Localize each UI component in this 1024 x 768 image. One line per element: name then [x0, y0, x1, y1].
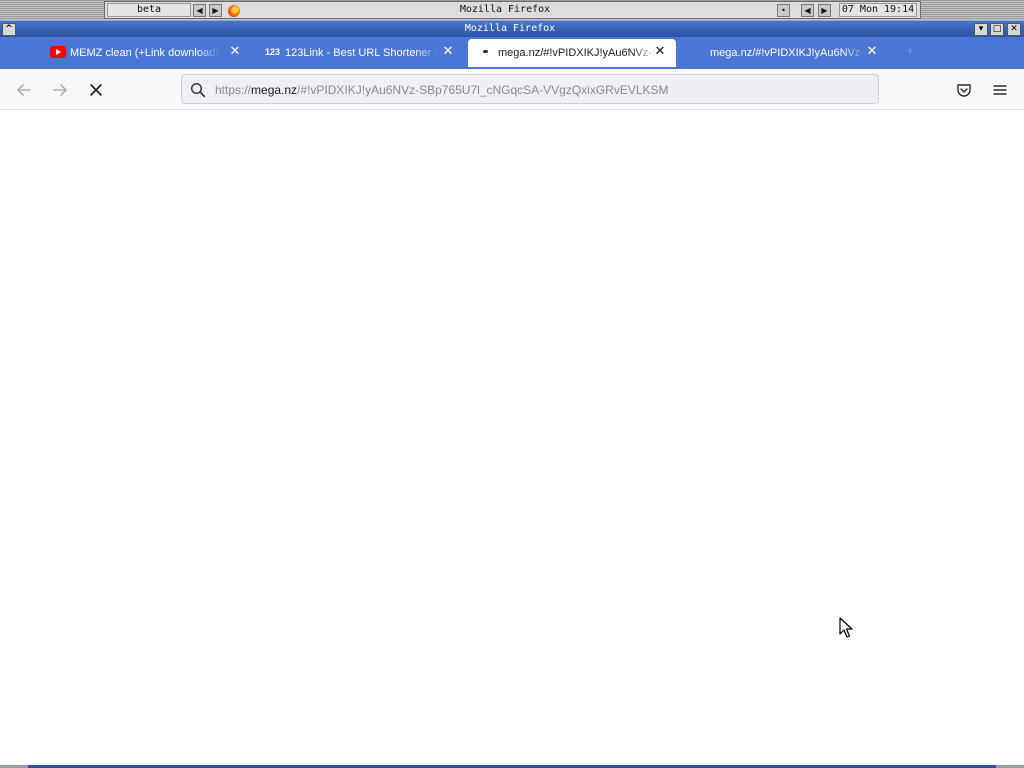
- youtube-icon: [50, 46, 66, 58]
- plus-icon: +: [906, 43, 914, 58]
- window-title: Mozilla Firefox: [464, 23, 556, 34]
- hamburger-menu-icon: [993, 85, 1007, 95]
- close-tab-icon[interactable]: ✕: [441, 44, 455, 58]
- pocket-button[interactable]: [953, 79, 975, 101]
- tab-123link[interactable]: 123 123Link - Best URL Shortener To Earn…: [255, 39, 465, 67]
- tab-label: mega.nz/#!vPIDXIKJ!yAu6NVz-SBp765U7l: [710, 47, 866, 59]
- stop-icon: [90, 84, 102, 96]
- mega-icon: [478, 46, 494, 58]
- navigation-toolbar: https://mega.nz/#!vPIDXIKJ!yAu6NVz-SBp76…: [0, 69, 1024, 110]
- task-next-icon[interactable]: ▶: [818, 4, 831, 17]
- search-icon: [190, 82, 206, 98]
- iconify-icon[interactable]: •: [777, 4, 790, 17]
- tab-memz[interactable]: MEMZ clean (+Link download) - YouTube ✕: [40, 39, 250, 67]
- tab-label: MEMZ clean (+Link download) - YouTube: [70, 47, 220, 59]
- tab-mega-active[interactable]: mega.nz/#!vPIDXIKJ!yAu6NVz-SBp765U7l ✕: [468, 39, 676, 67]
- window-titlebar[interactable]: ^ Mozilla Firefox ▾ □ ✕: [0, 20, 1024, 37]
- tab-strip: MEMZ clean (+Link download) - YouTube ✕ …: [0, 37, 1024, 69]
- workspace-label[interactable]: beta: [107, 3, 191, 17]
- back-button[interactable]: [13, 79, 35, 101]
- close-window-button[interactable]: ✕: [1007, 23, 1021, 36]
- wm-task-title[interactable]: Mozilla Firefox: [405, 3, 605, 17]
- mouse-cursor-icon: [839, 617, 853, 638]
- maximize-button[interactable]: □: [990, 23, 1004, 36]
- new-tab-button[interactable]: +: [900, 39, 920, 67]
- 123link-icon: 123: [265, 47, 281, 57]
- back-arrow-icon: [17, 84, 31, 96]
- close-tab-icon[interactable]: ✕: [653, 44, 667, 58]
- url-path: /#!vPIDXIKJ!yAu6NVz-SBp765U7l_cNGqcSA-VV…: [297, 83, 669, 97]
- pocket-icon: [957, 84, 971, 97]
- menu-button[interactable]: [989, 79, 1011, 101]
- wm-taskbar: beta ◀ ▶ Mozilla Firefox • ◀ ▶ 07 Mon 19…: [104, 1, 921, 19]
- firefox-icon: [228, 5, 240, 17]
- close-tab-icon[interactable]: ✕: [865, 44, 879, 58]
- url-host: mega.nz: [251, 83, 298, 97]
- workspace-prev-icon[interactable]: ◀: [193, 4, 206, 17]
- task-prev-icon[interactable]: ◀: [801, 4, 814, 17]
- url-bar[interactable]: https://mega.nz/#!vPIDXIKJ!yAu6NVz-SBp76…: [181, 74, 879, 104]
- tab-label: mega.nz/#!vPIDXIKJ!yAu6NVz-SBp765U7l: [498, 47, 656, 59]
- url-text[interactable]: https://mega.nz/#!vPIDXIKJ!yAu6NVz-SBp76…: [215, 82, 865, 98]
- minimize-button[interactable]: ▾: [974, 23, 988, 36]
- forward-arrow-icon: [53, 84, 67, 96]
- workspace-next-icon[interactable]: ▶: [209, 4, 222, 17]
- forward-button[interactable]: [49, 79, 71, 101]
- wm-top-panel: beta ◀ ▶ Mozilla Firefox • ◀ ▶ 07 Mon 19…: [0, 0, 1024, 20]
- page-content[interactable]: [0, 110, 1024, 765]
- tab-label: 123Link - Best URL Shortener To Earn Mon…: [285, 47, 439, 59]
- clock: 07 Mon 19:14: [839, 3, 917, 17]
- mega-icon: [690, 46, 706, 58]
- stop-button[interactable]: [85, 79, 107, 101]
- window-menu-button[interactable]: ^: [2, 23, 16, 36]
- tab-mega[interactable]: mega.nz/#!vPIDXIKJ!yAu6NVz-SBp765U7l ✕: [680, 39, 890, 67]
- url-prefix: https://: [215, 83, 252, 97]
- close-tab-icon[interactable]: ✕: [228, 44, 242, 58]
